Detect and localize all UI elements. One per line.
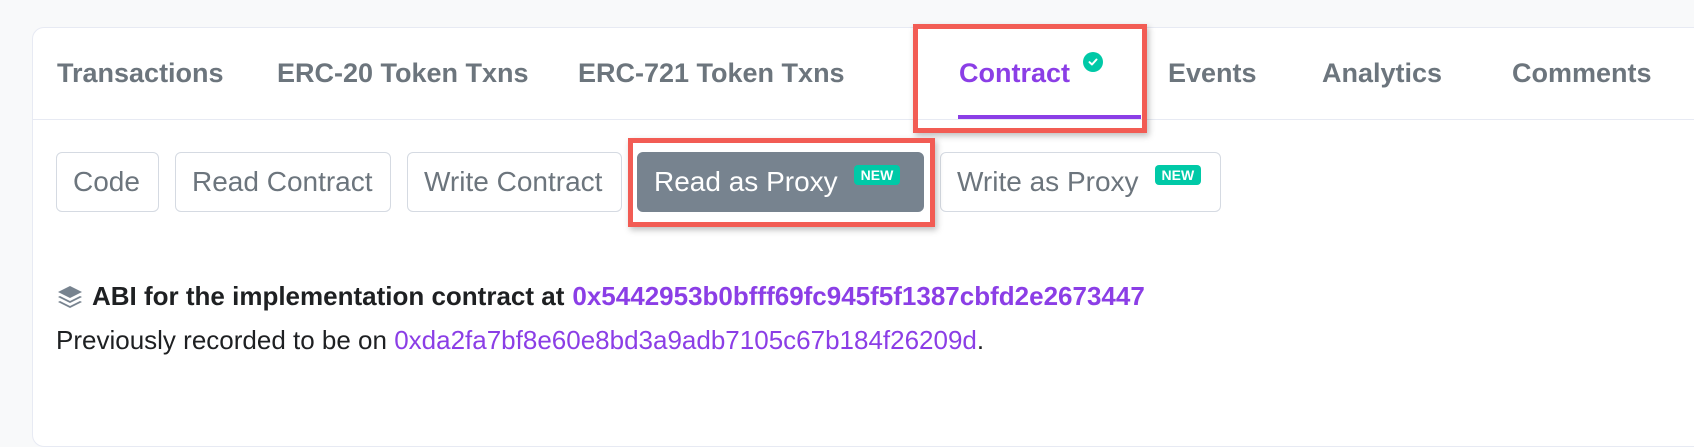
layers-icon [56,284,84,310]
subtab-write-as-proxy-label: Write as Proxy [957,166,1139,197]
check-circle-icon [1083,52,1103,72]
tab-erc721-label: ERC-721 Token Txns [578,58,845,88]
tab-analytics[interactable]: Analytics [1322,28,1442,119]
tab-comments-label: Comments [1512,58,1652,88]
subtab-code-label: Code [73,166,140,197]
tab-events-label: Events [1168,58,1257,88]
tab-analytics-label: Analytics [1322,58,1443,88]
previous-suffix: . [976,325,985,355]
abi-label: ABI for the implementation contract at [92,281,565,311]
tab-transactions-label: Transactions [57,58,224,88]
subtab-write-contract-label: Write Contract [424,166,603,197]
subtab-write-contract[interactable]: Write Contract [407,152,622,212]
tab-transactions[interactable]: Transactions [57,28,224,119]
new-badge: NEW [1154,165,1202,185]
subtab-read-as-proxy-label: Read as Proxy [654,166,838,197]
subtab-code[interactable]: Code [56,152,159,212]
tab-events[interactable]: Events [1168,28,1257,119]
implementation-address-link[interactable]: 0x5442953b0bfff69fc945f5f1387cbfd2e26734… [572,281,1144,312]
previous-address-link[interactable]: 0xda2fa7bf8e60e8bd3a9adb7105c67b184f2620… [394,325,977,355]
tab-erc721-token-txns[interactable]: ERC-721 Token Txns [578,28,845,119]
tab-comments[interactable]: Comments [1512,28,1652,119]
tab-bar: Transactions ERC-20 Token Txns ERC-721 T… [33,28,1694,120]
tab-erc20-label: ERC-20 Token Txns [277,58,529,88]
subtab-read-contract[interactable]: Read Contract [175,152,391,212]
tab-contract-label: Contract [959,58,1071,88]
subtab-read-as-proxy[interactable]: Read as Proxy NEW [637,152,924,212]
subtab-read-contract-label: Read Contract [192,166,373,197]
active-tab-underline [958,115,1141,119]
new-badge: NEW [853,165,901,185]
subtab-write-as-proxy[interactable]: Write as Proxy NEW [940,152,1221,212]
previous-implementation-line: Previously recorded to be on 0xda2fa7bf8… [56,325,984,356]
tab-erc20-token-txns[interactable]: ERC-20 Token Txns [277,28,529,119]
abi-implementation-line: ABI for the implementation contract at 0… [56,281,1145,312]
previous-label: Previously recorded to be on [56,325,387,355]
contract-card: Transactions ERC-20 Token Txns ERC-721 T… [32,27,1694,447]
tab-contract[interactable]: Contract [936,28,1161,119]
